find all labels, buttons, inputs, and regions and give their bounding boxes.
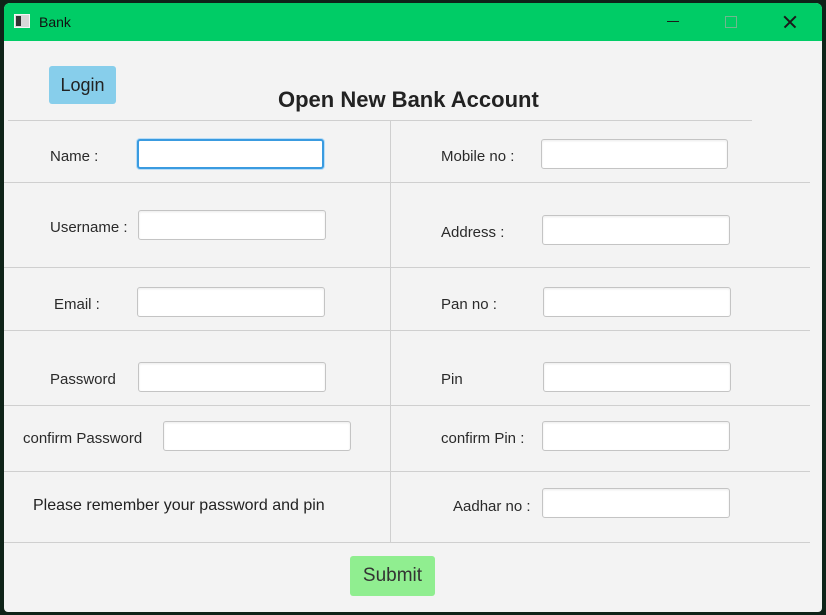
mobile-field[interactable] [541, 139, 728, 169]
grid-divider [4, 182, 810, 183]
address-field[interactable] [542, 215, 730, 245]
grid-divider [4, 267, 810, 268]
maximize-icon[interactable] [702, 3, 760, 41]
grid-divider [390, 120, 391, 542]
submit-button[interactable]: Submit [350, 556, 435, 596]
minimize-icon[interactable] [644, 3, 702, 41]
window-title: Bank [39, 14, 71, 30]
form-panel: Login Open New Bank Account Name : Mobil… [4, 41, 822, 612]
name-field[interactable] [137, 139, 324, 169]
grid-divider [4, 471, 810, 472]
pan-field[interactable] [543, 287, 731, 317]
pin-label: Pin [441, 371, 463, 388]
pin-field[interactable] [543, 362, 731, 392]
name-label: Name : [50, 148, 99, 165]
confirm-password-label: confirm Password [23, 430, 143, 447]
title-bar[interactable]: Bank [4, 3, 822, 41]
confirm-pin-label: confirm Pin : [441, 430, 525, 447]
email-label: Email : [54, 296, 100, 313]
email-field[interactable] [137, 287, 325, 317]
username-field[interactable] [138, 210, 326, 240]
password-label: Password [50, 371, 116, 388]
grid-divider [4, 542, 810, 543]
page-title: Open New Bank Account [278, 87, 539, 112]
confirm-pin-field[interactable] [542, 421, 730, 451]
grid-divider [8, 120, 752, 121]
login-button[interactable]: Login [49, 66, 116, 104]
app-window: Bank Login Open New Bank Account Name : … [4, 3, 822, 612]
password-field[interactable] [138, 362, 326, 392]
close-icon[interactable] [760, 3, 818, 41]
mobile-label: Mobile no : [441, 148, 515, 165]
pan-label: Pan no : [441, 296, 497, 313]
app-icon [14, 14, 30, 28]
address-label: Address : [441, 224, 505, 241]
aadhar-field[interactable] [542, 488, 730, 518]
grid-divider [4, 405, 810, 406]
username-label: Username : [50, 219, 128, 236]
reminder-note: Please remember your password and pin [33, 497, 325, 514]
grid-divider [4, 330, 810, 331]
aadhar-label: Aadhar no : [453, 498, 531, 515]
confirm-password-field[interactable] [163, 421, 351, 451]
